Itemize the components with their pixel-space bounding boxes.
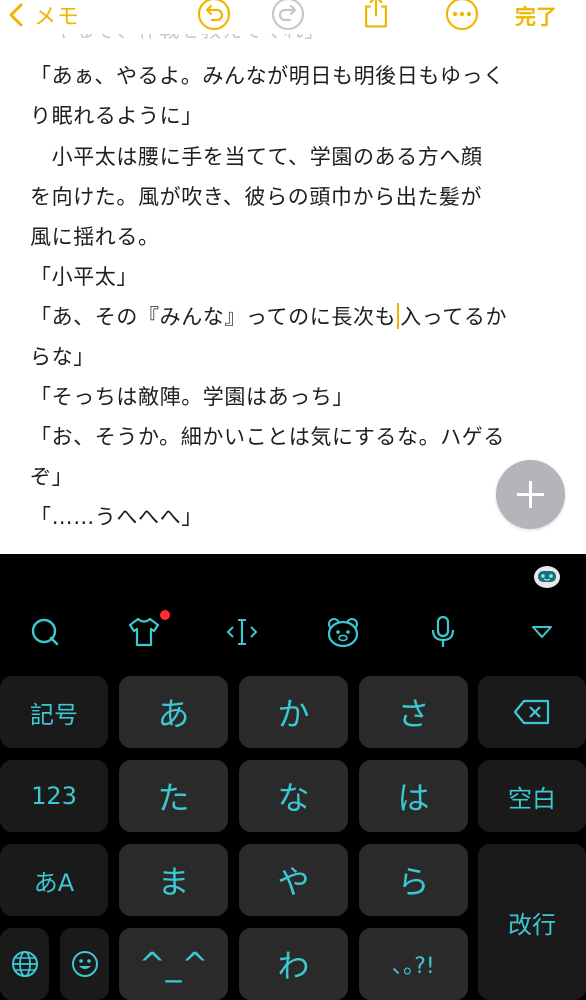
smiley-icon <box>71 951 98 977</box>
symbols-key[interactable]: 記号 <box>0 676 108 748</box>
add-button[interactable] <box>496 460 565 529</box>
emoticon-key[interactable]: ^_^ <box>119 928 228 1000</box>
done-button[interactable]: 完了 <box>515 1 557 31</box>
cursor-move-icon[interactable] <box>222 612 262 652</box>
emoji-key[interactable] <box>60 928 109 1000</box>
globe-key[interactable] <box>0 928 49 1000</box>
top-nav-bar: メモ 完了 <box>0 0 586 34</box>
text-caret <box>397 303 400 329</box>
note-line: 風に揺れる。 <box>30 225 160 249</box>
note-line-after-caret: 入ってるか <box>400 305 508 329</box>
kana-ma-key[interactable]: ま <box>119 844 228 916</box>
undo-icon[interactable] <box>196 0 232 32</box>
kana-ha-key[interactable]: は <box>359 760 468 832</box>
note-line: らな」 <box>30 345 95 369</box>
search-icon[interactable] <box>25 612 65 652</box>
note-line: 「お、そうか。細かいことは気にするな。ハゲる <box>30 425 505 449</box>
note-line: 「……うへへへ」 <box>30 505 203 529</box>
bear-face-icon[interactable] <box>323 612 363 652</box>
notification-dot <box>160 610 170 620</box>
note-line-before-caret: 「あ、その『みんな』ってのに長次も <box>30 305 397 329</box>
kana-ra-key[interactable]: ら <box>359 844 468 916</box>
back-label: メモ <box>34 5 81 30</box>
kana-a-key[interactable]: あ <box>119 676 228 748</box>
kana-sa-key[interactable]: さ <box>359 676 468 748</box>
back-button[interactable]: メモ <box>6 0 80 30</box>
backspace-icon <box>513 699 550 725</box>
redo-icon[interactable] <box>270 0 306 32</box>
enter-key[interactable]: 改行 <box>478 844 586 1000</box>
kana-ta-key[interactable]: た <box>119 760 228 832</box>
more-icon[interactable] <box>444 0 480 32</box>
collapse-keyboard-icon[interactable] <box>522 612 562 652</box>
tshirt-icon[interactable] <box>124 612 164 652</box>
kana-alpha-toggle-key[interactable]: あA <box>0 844 108 916</box>
note-line: を向けた。風が吹き、彼らの頭巾から出た髪が <box>30 185 483 209</box>
note-line: り眠れるように」 <box>30 104 203 128</box>
kana-wa-key[interactable]: わ <box>239 928 348 1000</box>
note-line: ぞ」 <box>30 465 74 489</box>
plus-icon <box>517 481 544 508</box>
mascot-icon[interactable] <box>532 562 562 590</box>
kana-ya-key[interactable]: や <box>239 844 348 916</box>
microphone-icon[interactable] <box>423 612 463 652</box>
note-body[interactable]: 「やるぞ、作戦を教えてくれ」 「あぁ、やるよ。みんなが明日も明後日もゆっく り眠… <box>0 0 586 554</box>
note-line: 「そっちは敵陣。学園はあっち」 <box>30 385 354 409</box>
note-line: 「小平太」 <box>30 265 138 289</box>
globe-icon <box>11 951 38 977</box>
space-key[interactable]: 空白 <box>478 760 586 832</box>
note-line-with-caret: 「あ、その『みんな』ってのに長次も 入ってるか <box>30 301 507 331</box>
numbers-key[interactable]: 123 <box>0 760 108 832</box>
keyboard: 記号 あ か さ 123 た な は 空白 あA ま や ら 改行 ^_^ わ … <box>0 554 586 1000</box>
kana-na-key[interactable]: な <box>239 760 348 832</box>
note-line: 「あぁ、やるよ。みんなが明日も明後日もゆっく <box>30 64 505 88</box>
kana-ka-key[interactable]: か <box>239 676 348 748</box>
note-line: 小平太は腰に手を当てて、学園のある方へ顔 <box>30 145 483 169</box>
chevron-left-icon <box>9 3 23 27</box>
share-icon[interactable] <box>358 0 394 30</box>
punctuation-key[interactable]: ､｡?! <box>359 928 468 1000</box>
backspace-key[interactable] <box>478 676 586 748</box>
